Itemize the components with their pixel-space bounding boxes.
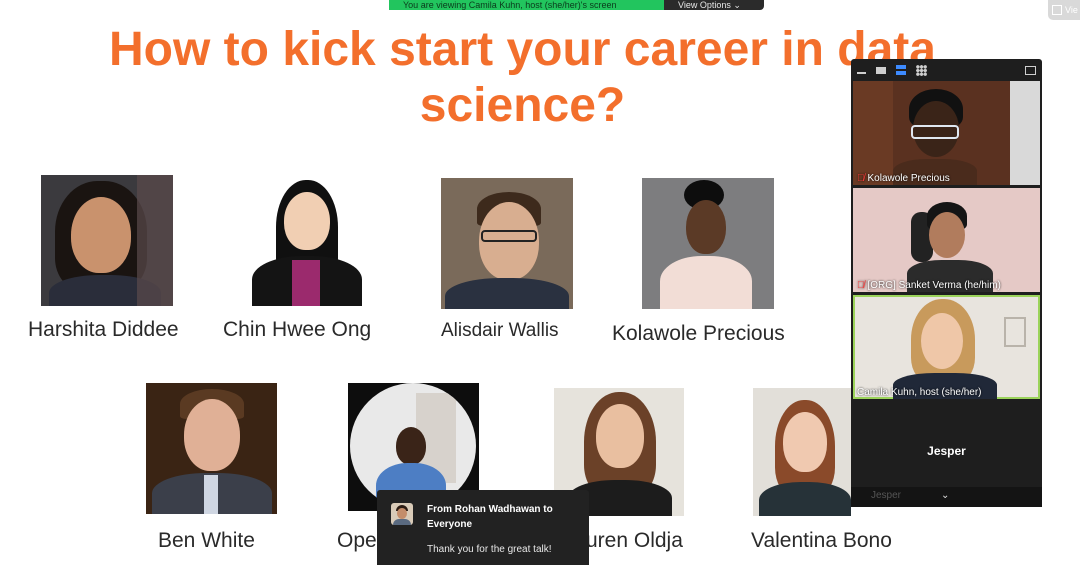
bottom-participant-label: Jesper xyxy=(871,490,902,501)
speaker-photo xyxy=(146,383,277,514)
speaker-photo xyxy=(246,178,368,306)
minimize-icon[interactable] xyxy=(857,72,866,74)
no-video-participant-name: Jesper xyxy=(927,444,966,458)
panel-toolbar xyxy=(851,59,1042,81)
speaker-photo xyxy=(642,178,774,309)
speaker-name: Valentina Bono xyxy=(751,529,892,552)
participant-name: [ORG] Sanket Verma (he/him) xyxy=(867,280,1001,291)
chat-notification[interactable]: From Rohan Wadhawan to Everyone Thank yo… xyxy=(377,490,589,565)
share-status-text: You are viewing Camila Kuhn, host (she/h… xyxy=(389,0,664,10)
participant-label: Camila Kuhn, host (she/her) xyxy=(857,387,982,398)
view-mode-button[interactable]: Vie xyxy=(1048,0,1080,20)
grid-view-icon xyxy=(1052,5,1062,15)
gallery-view-icon[interactable] xyxy=(916,64,927,76)
view-options-button[interactable]: View Options ⌄ xyxy=(664,0,764,10)
participant-tile[interactable]: 🎙̸ [ORG] Sanket Verma (he/him) xyxy=(853,188,1040,292)
speaker-name: Ben White xyxy=(158,529,255,552)
single-video-icon[interactable] xyxy=(876,66,886,74)
chat-sender: From Rohan Wadhawan to Everyone xyxy=(427,504,553,530)
mic-muted-icon: 🎙̸ xyxy=(857,280,865,291)
participant-tile[interactable]: 🎙̸ Kolawole Precious xyxy=(853,81,1040,185)
speaker-photo xyxy=(441,178,573,309)
chevron-down-icon[interactable]: ⌄ xyxy=(941,490,949,501)
panel-bottom-strip: Jesper ⌄ xyxy=(851,487,1042,507)
participant-label: 🎙̸ Kolawole Precious xyxy=(857,173,950,184)
screen-share-bar: You are viewing Camila Kuhn, host (she/h… xyxy=(389,0,764,10)
video-participants-panel: 🎙̸ Kolawole Precious 🎙̸ [ORG] Sanket Verma… xyxy=(851,59,1042,507)
participant-name: Camila Kuhn, host (she/her) xyxy=(857,387,982,398)
view-options-label: View Options xyxy=(678,0,731,10)
avatar xyxy=(391,503,413,525)
chevron-down-icon: ⌄ xyxy=(733,0,741,10)
participant-name: Kolawole Precious xyxy=(867,173,950,184)
speaker-photo xyxy=(753,388,851,516)
speaker-name: Ope xyxy=(337,529,377,552)
participant-tile-active[interactable]: Camila Kuhn, host (she/her) xyxy=(853,295,1040,399)
exit-fullscreen-icon[interactable] xyxy=(1025,65,1036,75)
speaker-name: Alisdair Wallis xyxy=(441,320,559,341)
slide-title: How to kick start your career in data sc… xyxy=(109,23,936,132)
speaker-name: Kolawole Precious xyxy=(612,322,785,345)
speaker-view-icon[interactable] xyxy=(896,65,906,75)
speaker-name: uren Oldja xyxy=(586,529,683,552)
speaker-photo xyxy=(41,175,173,306)
view-mode-label: Vie xyxy=(1065,5,1078,15)
participant-label: 🎙̸ [ORG] Sanket Verma (he/him) xyxy=(857,280,1001,291)
chat-message: Thank you for the great talk! xyxy=(427,544,552,555)
speaker-name: Chin Hwee Ong xyxy=(223,318,372,341)
mic-muted-icon: 🎙̸ xyxy=(857,173,865,184)
speaker-name: Harshita Diddee xyxy=(28,318,179,341)
